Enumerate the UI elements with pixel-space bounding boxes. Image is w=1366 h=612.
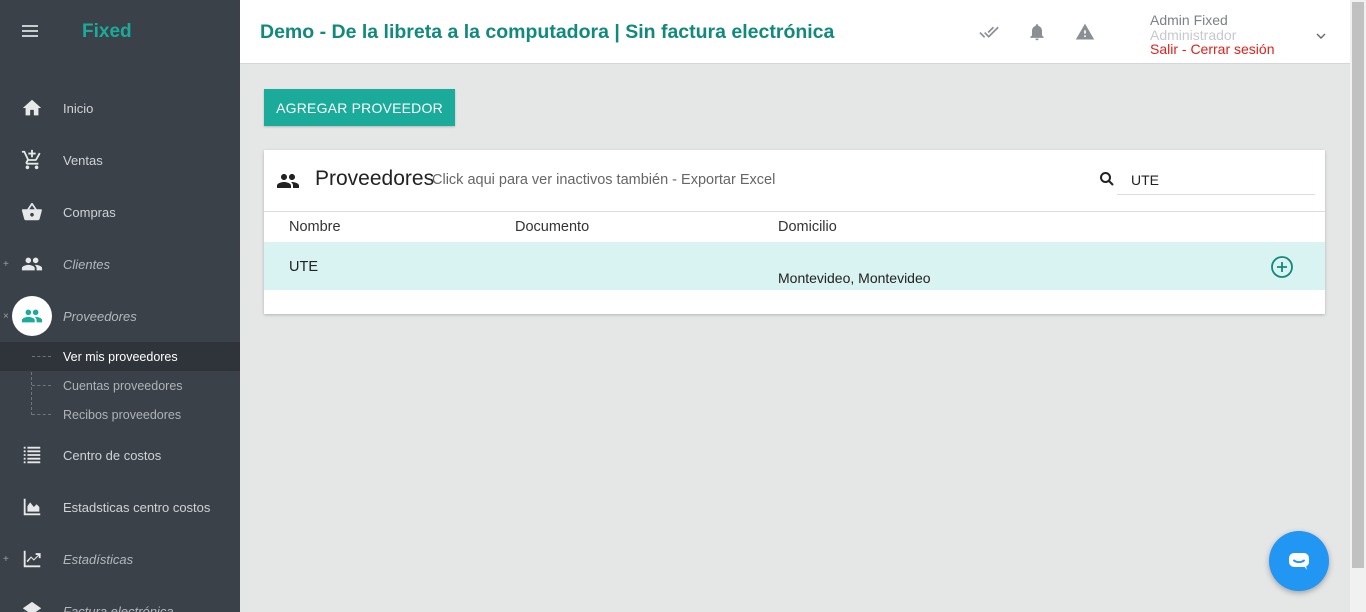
sidebar-item-label: Factura electrónica xyxy=(63,603,174,612)
sidebar-subitem-recibos-proveedores[interactable]: Recibos proveedores xyxy=(0,400,240,429)
double-check-icon[interactable] xyxy=(979,22,999,42)
sidebar-item-label: Proveedores xyxy=(63,308,137,324)
add-circle-icon[interactable] xyxy=(1270,255,1294,279)
search-input[interactable] xyxy=(1117,165,1315,195)
sidebar-item-label: Estadsticas centro costos xyxy=(63,499,211,515)
add-provider-button[interactable]: AGREGAR PROVEEDOR xyxy=(264,89,455,126)
sidebar-item-centro-de-costos[interactable]: Centro de costos xyxy=(0,429,240,481)
sidebar-subitem-label: Ver mis proveedores xyxy=(63,349,178,364)
brand-logo[interactable]: Fixed xyxy=(82,21,132,43)
card-title: Proveedores xyxy=(315,167,435,190)
sidebar-item-clientes[interactable]: + Clientes xyxy=(0,238,240,290)
user-name[interactable]: Admin Fixed xyxy=(1150,12,1228,28)
cell-nombre: UTE xyxy=(289,259,318,275)
sidebar-subnav-proveedores: Ver mis proveedores Cuentas proveedores … xyxy=(0,342,240,429)
top-bar: Demo - De la libreta a la computadora | … xyxy=(240,0,1350,64)
sidebar: Fixed Inicio Ventas Compras + Clientes ×… xyxy=(0,0,240,612)
people-icon xyxy=(21,305,43,327)
providers-card: Proveedores Click aqui para ver inactivo… xyxy=(264,150,1325,314)
page-title: Demo - De la libreta a la computadora | … xyxy=(260,21,835,43)
expand-icon[interactable]: + xyxy=(3,259,9,270)
tree-dash xyxy=(32,414,51,415)
tree-dash xyxy=(32,385,51,386)
sidebar-item-label: Clientes xyxy=(63,256,110,272)
card-header: Proveedores Click aqui para ver inactivo… xyxy=(264,150,1325,212)
sidebar-subitem-label: Recibos proveedores xyxy=(63,407,182,422)
menu-icon[interactable] xyxy=(22,25,38,39)
list-icon xyxy=(21,444,43,466)
sidebar-header: Fixed xyxy=(0,0,240,64)
search-icon xyxy=(1099,171,1115,187)
basket-icon xyxy=(21,201,43,223)
chat-button[interactable] xyxy=(1269,531,1329,591)
sidebar-nav: Inicio Ventas Compras + Clientes × Prove… xyxy=(0,82,240,612)
sidebar-subitem-ver-mis-proveedores[interactable]: Ver mis proveedores xyxy=(0,342,240,371)
sidebar-item-label: Inicio xyxy=(63,100,94,116)
warning-icon[interactable] xyxy=(1075,22,1095,42)
invoice-icon xyxy=(21,600,43,612)
cart-icon xyxy=(21,149,43,171)
sidebar-subitem-label: Cuentas proveedores xyxy=(63,378,183,393)
vertical-scrollbar[interactable] xyxy=(1350,0,1366,612)
table-row[interactable]: UTE Montevideo, Montevideo xyxy=(264,242,1325,290)
inactive-export-link[interactable]: Click aqui para ver inactivos también - … xyxy=(432,172,775,188)
tree-dash xyxy=(32,356,51,357)
sidebar-item-label: Estadísticas xyxy=(63,551,134,567)
people-icon xyxy=(276,169,300,193)
home-icon xyxy=(21,97,43,119)
sidebar-item-estadisticas[interactable]: + Estadísticas xyxy=(0,533,240,585)
column-header-domicilio[interactable]: Domicilio xyxy=(778,219,837,235)
chat-icon xyxy=(1289,553,1309,570)
sidebar-subitem-cuentas-proveedores[interactable]: Cuentas proveedores xyxy=(0,371,240,400)
sidebar-item-factura-electronica[interactable]: Factura electrónica xyxy=(0,585,240,612)
chevron-down-icon[interactable] xyxy=(1315,29,1327,41)
area-chart-icon xyxy=(21,496,43,518)
sidebar-item-ventas[interactable]: Ventas xyxy=(0,134,240,186)
logout-link[interactable]: Salir - Cerrar sesión xyxy=(1150,41,1274,57)
collapse-icon[interactable]: × xyxy=(3,311,9,322)
bell-icon[interactable] xyxy=(1027,22,1047,42)
column-header-documento[interactable]: Documento xyxy=(515,219,589,235)
sidebar-item-inicio[interactable]: Inicio xyxy=(0,82,240,134)
scrollbar-thumb[interactable] xyxy=(1352,2,1364,568)
sidebar-item-proveedores[interactable]: × Proveedores xyxy=(0,290,240,342)
sidebar-item-label: Compras xyxy=(63,204,116,220)
expand-icon[interactable]: + xyxy=(3,554,9,565)
sidebar-item-compras[interactable]: Compras xyxy=(0,186,240,238)
people-icon xyxy=(21,253,43,275)
sidebar-item-estadisticas-centro-costos[interactable]: Estadsticas centro costos xyxy=(0,481,240,533)
column-header-nombre[interactable]: Nombre xyxy=(289,219,341,235)
sidebar-item-label: Centro de costos xyxy=(63,447,162,463)
trending-up-icon xyxy=(21,548,43,570)
cell-domicilio: Montevideo, Montevideo xyxy=(778,270,931,286)
sidebar-item-label: Ventas xyxy=(63,152,103,168)
